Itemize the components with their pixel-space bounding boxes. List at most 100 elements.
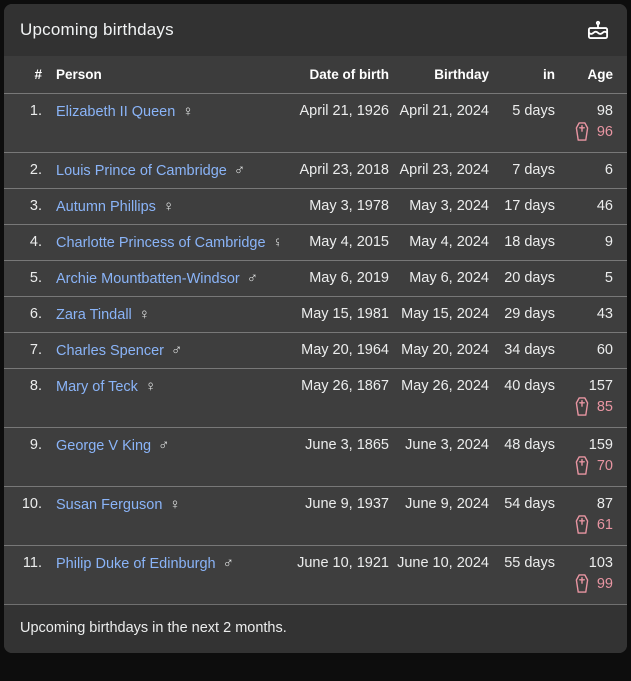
in-cell: 40 days [504, 378, 555, 394]
table-row: 4. Charlotte Princess of Cambridge ♀ May … [4, 224, 627, 260]
birthday-cell: April 23, 2024 [399, 162, 489, 178]
gender-icon: ♂ [233, 162, 246, 179]
birthday-cell: June 10, 2024 [397, 555, 489, 571]
gender-icon: ♀ [169, 496, 181, 513]
person-cell: Susan Ferguson ♀ [44, 487, 279, 522]
in-cell: 34 days [504, 342, 555, 358]
death-line: 96 [575, 122, 613, 143]
gender-icon: ♀ [162, 198, 175, 215]
age-cell: 46 [555, 189, 613, 223]
gender-icon: ♂ [246, 270, 258, 287]
cake-icon[interactable] [585, 17, 611, 43]
gender-icon: ♂ [158, 437, 170, 454]
person-link[interactable]: Susan Ferguson [56, 497, 162, 513]
person-link[interactable]: Charlotte Princess of Cambridge [56, 235, 266, 251]
in-cell: 17 days [504, 198, 555, 214]
person-link[interactable]: Mary of Teck [56, 379, 138, 395]
table-body: 1. Elizabeth II Queen ♀ April 21, 1926 Ap… [4, 93, 627, 604]
coffin-icon [575, 456, 589, 475]
coffin-icon [575, 574, 589, 593]
in-cell: 55 days [504, 555, 555, 571]
death-line: 70 [575, 456, 613, 477]
gender-icon: ♂ [222, 555, 234, 572]
person-link[interactable]: George V King [56, 438, 151, 454]
person-cell: Elizabeth II Queen ♀ [44, 94, 279, 129]
birthday-cell: April 21, 2024 [399, 103, 489, 119]
upcoming-birthdays-card: Upcoming birthdays # Person Date of birt… [4, 4, 627, 653]
age-value: 159 [588, 437, 613, 453]
person-link[interactable]: Charles Spencer [56, 343, 164, 359]
person-cell: Mary of Teck ♀ [44, 369, 279, 404]
dob-cell: April 21, 1926 [299, 103, 389, 119]
person-link[interactable]: Zara Tindall [56, 307, 132, 323]
dob-cell: May 15, 1981 [301, 306, 389, 322]
table-row: 9. George V King ♂ June 3, 1865 June 3, 2… [4, 427, 627, 486]
rank-cell: 2. [29, 162, 42, 178]
rank-cell: 7. [29, 342, 42, 358]
rank-cell: 10. [21, 496, 42, 512]
dob-cell: April 23, 2018 [299, 162, 389, 178]
person-cell: Louis Prince of Cambridge ♂ [44, 153, 279, 188]
birthday-cell: May 6, 2024 [409, 270, 489, 286]
table-row: 11. Philip Duke of Edinburgh ♂ June 10, 1… [4, 545, 627, 604]
person-link[interactable]: Autumn Phillips [56, 199, 156, 215]
birthdays-table: # Person Date of birth Birthday in Age 1… [4, 56, 627, 604]
rank-cell: 4. [29, 234, 42, 250]
age-value: 87 [596, 496, 613, 512]
death-age: 70 [596, 457, 613, 474]
rank-cell: 1. [29, 103, 42, 119]
col-header-in: in [543, 67, 555, 82]
person-link[interactable]: Louis Prince of Cambridge [56, 163, 227, 179]
death-age: 96 [596, 123, 613, 140]
footer-note: Upcoming birthdays in the next 2 months. [20, 620, 287, 636]
death-line: 99 [575, 574, 613, 595]
death-age: 85 [596, 398, 613, 415]
card-header: Upcoming birthdays [4, 4, 627, 56]
death-age: 61 [596, 516, 613, 533]
coffin-icon [575, 397, 589, 416]
dob-cell: May 26, 1867 [301, 378, 389, 394]
in-cell: 5 days [512, 103, 555, 119]
death-line: 61 [575, 515, 613, 536]
death-age: 99 [596, 575, 613, 592]
person-link[interactable]: Archie Mountbatten-Windsor [56, 271, 240, 287]
gender-icon: ♂ [171, 342, 183, 359]
in-cell: 7 days [512, 162, 555, 178]
age-value: 98 [596, 103, 613, 119]
dob-cell: June 3, 1865 [305, 437, 389, 453]
page-title: Upcoming birthdays [20, 20, 174, 39]
person-link[interactable]: Elizabeth II Queen [56, 104, 175, 120]
rank-cell: 3. [29, 198, 42, 214]
gender-icon: ♀ [182, 103, 194, 120]
age-value: 157 [588, 378, 613, 394]
gender-icon: ♀ [138, 306, 151, 323]
person-link[interactable]: Philip Duke of Edinburgh [56, 556, 216, 572]
table-row: 3. Autumn Phillips ♀ May 3, 1978 May 3, 2… [4, 188, 627, 224]
in-cell: 54 days [504, 496, 555, 512]
age-cell: 6 [555, 153, 613, 187]
in-cell: 29 days [504, 306, 555, 322]
person-cell: Charlotte Princess of Cambridge ♀ [44, 225, 279, 260]
age-value: 5 [604, 270, 613, 286]
birthday-cell: May 26, 2024 [401, 378, 489, 394]
age-value: 6 [604, 162, 613, 178]
age-cell: 87 61 [555, 487, 613, 545]
rank-cell: 5. [29, 270, 42, 286]
gender-icon: ♀ [144, 378, 157, 395]
birthday-cell: June 3, 2024 [405, 437, 489, 453]
coffin-icon [575, 515, 589, 534]
table-row: 1. Elizabeth II Queen ♀ April 21, 1926 Ap… [4, 93, 627, 152]
dob-cell: May 3, 1978 [309, 198, 389, 214]
col-header-dob: Date of birth [309, 67, 390, 82]
age-cell: 5 [555, 261, 613, 295]
dob-cell: June 9, 1937 [305, 496, 389, 512]
age-value: 9 [604, 234, 613, 250]
dob-cell: May 20, 1964 [301, 342, 389, 358]
age-cell: 43 [555, 297, 613, 331]
age-value: 103 [588, 555, 613, 571]
col-header-birthday: Birthday [434, 67, 489, 82]
age-cell: 98 96 [555, 94, 613, 152]
person-cell: Philip Duke of Edinburgh ♂ [44, 546, 279, 581]
dob-cell: May 6, 2019 [309, 270, 389, 286]
age-value: 43 [596, 306, 613, 322]
